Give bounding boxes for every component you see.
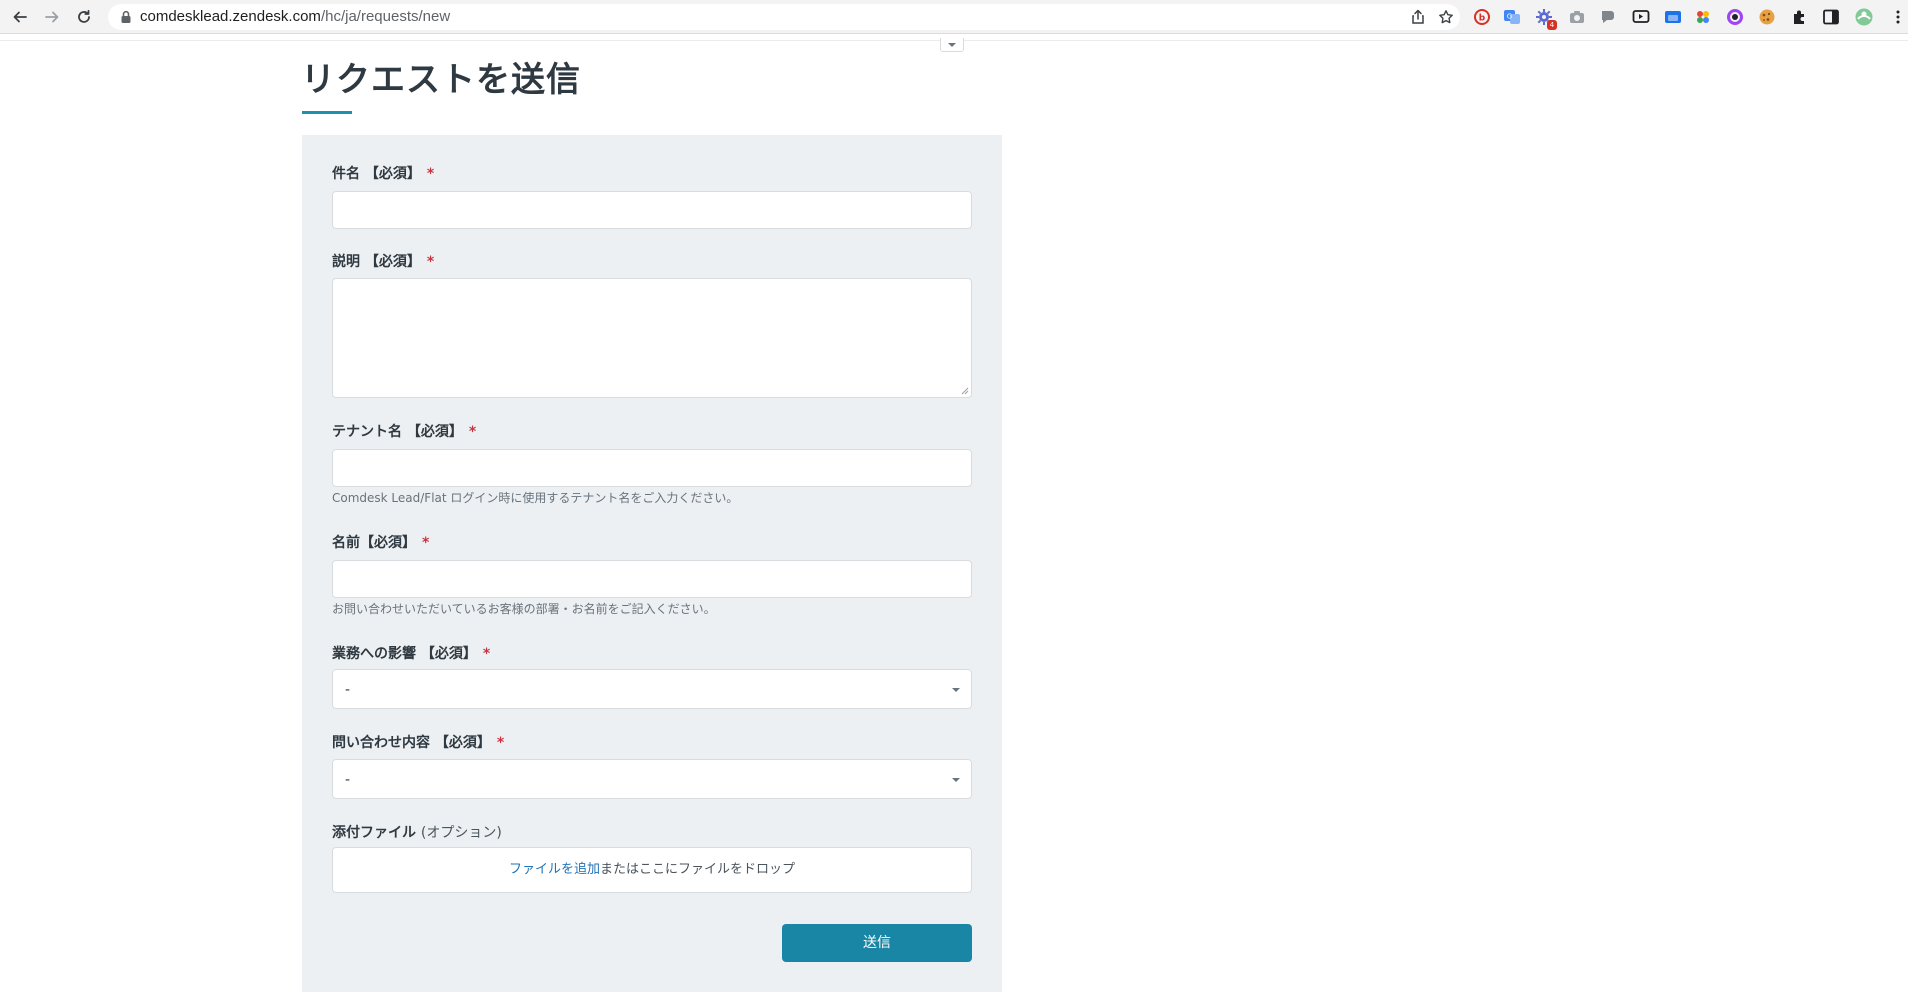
drop-text: またはここにファイルをドロップ [600, 862, 796, 877]
extension-gear-icon[interactable]: 4 [1535, 8, 1557, 30]
required-mark: * [426, 254, 435, 270]
speech-bubble-icon[interactable] [1599, 8, 1617, 26]
required-mark: * [482, 646, 491, 662]
name-label: 名前【必須】 * [332, 534, 429, 552]
business-impact-value: - [345, 682, 351, 698]
forward-button[interactable] [42, 7, 62, 27]
submit-button[interactable]: 送信 [782, 924, 972, 962]
circle-app-icon[interactable] [1726, 8, 1744, 26]
subject-label: 件名 【必須】 * [332, 165, 434, 183]
reload-icon [78, 9, 90, 23]
reload-button[interactable] [74, 7, 94, 27]
extension-badge: 4 [1547, 20, 1557, 30]
browser-toolbar: comdesklead.zendesk.com/hc/ja/requests/n… [0, 0, 1908, 34]
svg-text:b: b [1479, 14, 1486, 24]
business-impact-label: 業務への影響 【必須】 * [332, 645, 490, 663]
chevron-down-icon [952, 778, 960, 782]
more-menu-icon[interactable] [1889, 8, 1907, 26]
name-label-text: 名前【必須】 [332, 535, 416, 551]
url-host: comdesklead.zendesk.com [140, 8, 321, 25]
url-text: comdesklead.zendesk.com/hc/ja/requests/n… [140, 8, 450, 26]
subject-label-text: 件名 【必須】 [332, 166, 421, 182]
tenant-label-text: テナント名 【必須】 [332, 424, 463, 440]
google-apps-icon[interactable] [1694, 8, 1712, 26]
name-input[interactable] [332, 560, 972, 598]
required-mark: * [426, 166, 435, 182]
profile-avatar-icon[interactable] [1855, 8, 1873, 26]
tenant-hint: Comdesk Lead/Flat ログイン時に使用するテナント名をご入力くださ… [332, 491, 739, 505]
chevron-down-icon [952, 688, 960, 692]
title-underline [302, 111, 352, 114]
description-label: 説明 【必須】 * [332, 253, 434, 271]
add-file-link[interactable]: ファイルを追加 [509, 862, 600, 877]
forward-arrow-icon [45, 11, 59, 23]
puzzle-icon[interactable] [1791, 8, 1809, 26]
description-textarea[interactable] [332, 278, 972, 398]
description-label-text: 説明 【必須】 [332, 254, 421, 270]
bookmark-star-icon[interactable] [1438, 9, 1454, 25]
tenant-input[interactable] [332, 449, 972, 487]
back-button[interactable] [10, 7, 30, 27]
screen-share-icon[interactable] [1664, 8, 1682, 26]
file-dropzone[interactable]: ファイルを追加またはここにファイルをドロップ [332, 847, 972, 893]
side-panel-icon[interactable] [1822, 8, 1840, 26]
collapse-handle[interactable] [940, 38, 964, 52]
cookie-icon[interactable] [1758, 8, 1776, 26]
inquiry-type-select[interactable]: - [332, 759, 972, 799]
back-arrow-icon [13, 11, 27, 23]
page-title: リクエストを送信 [301, 60, 581, 100]
adblock-icon[interactable]: b [1473, 8, 1491, 26]
svg-text:G: G [1507, 13, 1512, 21]
attachments-label-text: 添付ファイル [332, 825, 416, 841]
lock-icon [121, 10, 131, 23]
resize-grip-icon[interactable] [961, 387, 969, 395]
optional-note: (オプション) [420, 825, 502, 841]
url-path: /hc/ja/requests/new [320, 8, 451, 25]
camera-icon[interactable] [1568, 8, 1586, 26]
name-hint: お問い合わせいただいているお客様の部署・お名前をご記入ください。 [332, 602, 716, 616]
subject-input[interactable] [332, 191, 972, 229]
share-icon[interactable] [1410, 9, 1426, 25]
media-icon[interactable] [1632, 8, 1650, 26]
inquiry-type-value: - [345, 772, 351, 788]
required-mark: * [422, 535, 430, 551]
inquiry-type-label-text: 問い合わせ内容 【必須】 [332, 735, 491, 751]
business-impact-select[interactable]: - [332, 669, 972, 709]
required-mark: * [496, 735, 505, 751]
business-impact-label-text: 業務への影響 【必須】 [332, 646, 477, 662]
address-bar[interactable]: comdesklead.zendesk.com/hc/ja/requests/n… [108, 4, 1460, 30]
tenant-label: テナント名 【必須】 * [332, 423, 476, 441]
inquiry-type-label: 問い合わせ内容 【必須】 * [332, 734, 504, 752]
required-mark: * [468, 424, 477, 440]
attachments-label: 添付ファイル (オプション) [332, 824, 502, 842]
translate-icon[interactable]: G [1503, 8, 1521, 26]
chevron-down-icon [948, 42, 956, 47]
